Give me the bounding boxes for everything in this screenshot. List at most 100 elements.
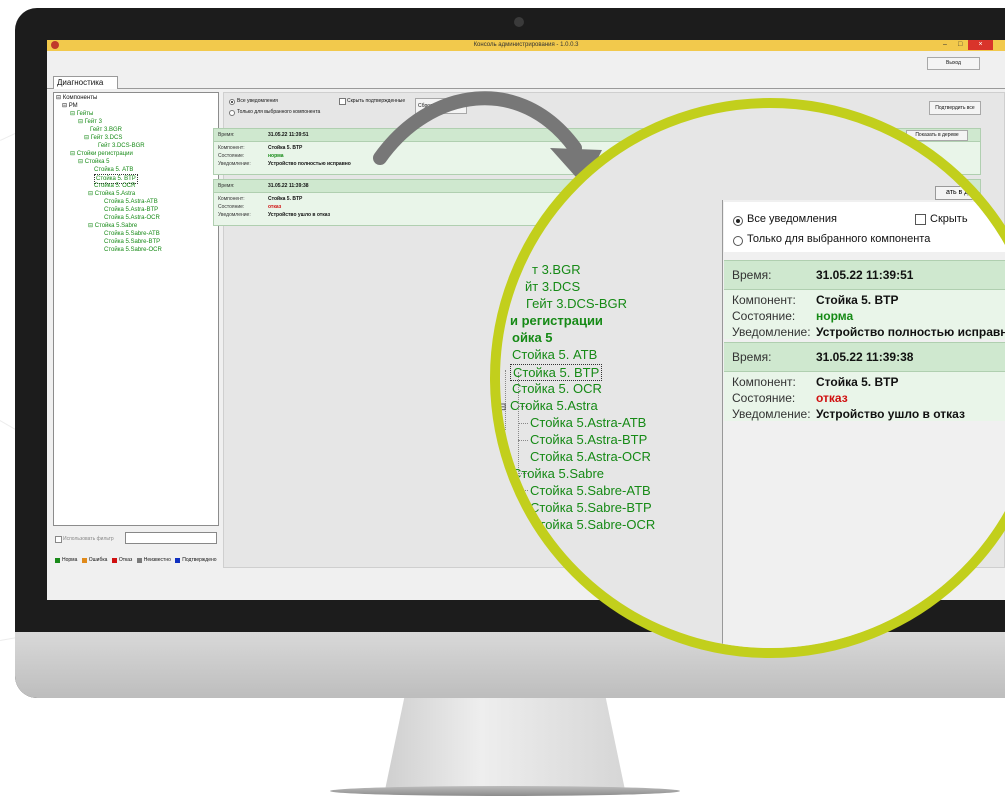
minimize-button[interactable]: – [943,41,947,48]
collapse-icon[interactable]: ⊟ [500,402,506,413]
zoom-tree-counter5[interactable]: ойка 5 [512,330,553,345]
collapse-icon[interactable]: ⊟ [84,135,89,141]
monitor-stand [385,698,625,790]
notice-key: Уведомление: [218,161,251,167]
time-value: 31.05.22 11:39:51 [268,132,309,138]
tab-diagnostics[interactable]: Диагностика [53,76,118,89]
zoom-tree-counter5-sabre[interactable]: Стойка 5.Sabre [512,466,604,481]
tree-node-sabre-ocr[interactable]: Стойка 5.Sabre-OCR [104,246,162,254]
zoom-tree-gate3-dcs-bgr[interactable]: Гейт 3.DCS-BGR [526,296,627,311]
zoom-tree-counter5-astra[interactable]: ⊟ Стойка 5.Astra [500,398,598,413]
legend-label-failure: Отказ [118,557,133,563]
magnifier-lens: т 3.BGR йт 3.DCS Гейт 3.DCS-BGR и регист… [490,98,1005,658]
filter-input[interactable] [125,532,217,544]
zoom-radio-all-notifications[interactable] [733,216,743,226]
close-button[interactable]: × [968,40,993,50]
tree-node-gate3-dcs[interactable]: ⊟ Гейт 3.DCS [84,134,122,142]
tree-node-astra-btp[interactable]: Стойка 5.Astra-BTP [104,206,158,214]
zoom-time-key: Время: [732,268,772,282]
state-key: Состояние: [218,153,245,159]
legend-label-error: Ошибка [88,557,108,563]
state-value: отказ [268,204,282,210]
use-filter-checkbox[interactable] [55,536,62,543]
tree-node-gate3-dcs-bgr[interactable]: Гейт 3.DCS-BGR [98,142,145,150]
hide-confirmed-checkbox[interactable] [339,98,346,105]
legend-swatch-failure [111,557,117,563]
legend-label-unknown: Неизвестно [143,557,171,563]
collapse-icon[interactable]: ⊟ [70,111,75,117]
zoom-time-value: 31.05.22 11:39:38 [816,350,914,364]
collapse-icon[interactable]: ⊟ [88,191,93,197]
tree-guide-line [518,507,528,508]
notice-value: Устройство полностью исправно [268,161,351,167]
zoom-tree-gate3-bgr[interactable]: т 3.BGR [532,262,581,277]
time-key: Время: [218,183,235,189]
zoom-time-value: 31.05.22 11:39:51 [816,268,914,282]
tree-node-pm[interactable]: ⊟ РМ [62,102,78,110]
time-key: Время: [218,132,235,138]
collapse-icon[interactable]: ⊟ [78,159,83,165]
zoom-tree-sabre-ocr[interactable]: Стойка 5.Sabre-OCR [530,517,655,532]
collapse-icon[interactable]: ⊟ [70,151,75,157]
zoom-tree-counter5-ocr[interactable]: Стойка 5. OCR [512,381,602,396]
collapse-icon[interactable]: ⊟ [56,95,61,101]
legend-swatch-error [81,557,87,563]
tree-node-astra-ocr[interactable]: Стойка 5.Astra-OCR [104,214,160,222]
zoom-tree-counter5-btp[interactable]: Стойка 5. BTP [510,364,603,381]
tree-node-gates[interactable]: ⊟ Гейты [70,110,93,118]
zoom-component-key: Компонент: [732,375,796,389]
collapse-icon[interactable]: ⊟ [88,223,93,229]
time-value: 31.05.22 11:39:38 [268,183,309,189]
collapse-icon[interactable]: ⊟ [62,103,67,109]
maximize-button[interactable]: □ [958,41,962,48]
tree-node-counter5-ocr[interactable]: Стойка 5. OCR [94,182,135,190]
zoom-component-value: Стойка 5. BTP [816,293,899,307]
zoom-tree-counter5-atb[interactable]: Стойка 5. ATB [512,347,597,362]
tree-node-sabre-btp[interactable]: Стойка 5.Sabre-BTP [104,238,160,246]
tree-node-counter5-sabre[interactable]: ⊟ Стойка 5.Sabre [88,222,137,230]
zoom-tree-astra-ocr[interactable]: Стойка 5.Astra-OCR [530,449,651,464]
zoom-all-notifications-label: Все уведомления [747,213,837,225]
tree-node-gate3-bgr[interactable]: Гейт 3.BGR [90,126,122,134]
tree-guide-line [518,423,528,424]
zoom-radio-selected-only[interactable] [733,236,743,246]
tree-guide-line [518,490,528,491]
zoom-notification-card[interactable]: Время: 31.05.22 11:39:51 Компонент: Стой… [724,260,1005,339]
tree-node-counter5-astra[interactable]: ⊟ Стойка 5.Astra [88,190,135,198]
component-key: Компонент: [218,145,245,151]
notice-value: Устройство ушло в отказ [268,212,331,218]
zoom-notice-key: Уведомление: [732,407,811,421]
component-value: Стойка 5. BTP [268,196,303,202]
radio-all-notifications[interactable] [229,99,235,105]
zoom-state-key: Состояние: [732,309,796,323]
tree-node-astra-atb[interactable]: Стойка 5.Astra-ATB [104,198,158,206]
zoom-state-value: отказ [816,391,848,405]
legend-label-norm: Норма [62,557,78,563]
zoom-notification-card[interactable]: Время: 31.05.22 11:39:38 Компонент: Стой… [724,342,1005,421]
zoom-tree-astra-atb[interactable]: Стойка 5.Astra-ATB [530,415,646,430]
radio-selected-only[interactable] [229,110,235,116]
zoom-tree-sabre-atb[interactable]: Стойка 5.Sabre-ATB [530,483,651,498]
zoom-hide-confirmed-checkbox[interactable] [915,214,926,225]
legend-swatch-norm [55,557,60,563]
tree-node-counters[interactable]: ⊟ Стойки регистрации [70,150,133,158]
exit-button[interactable]: Выход [927,57,980,70]
tree-node-sabre-atb[interactable]: Стойка 5.Sabre-ATB [104,230,160,238]
zoom-tree-sabre-btp[interactable]: Стойка 5.Sabre-BTP [530,500,652,515]
zoom-tree-gate3-dcs[interactable]: йт 3.DCS [525,279,580,294]
zoom-tree-astra-btp[interactable]: Стойка 5.Astra-BTP [530,432,647,447]
state-value: норма [268,153,284,159]
use-filter-label: Использовать фильтр [63,536,114,542]
zoom-tree-counters[interactable]: и регистрации [510,313,603,328]
zoom-hide-confirmed-label: Скрыть [930,213,968,225]
tree-node-counter5[interactable]: ⊟ Стойка 5 [78,158,110,166]
tree-node-counter5-atb[interactable]: Стойка 5. ATB [94,166,133,174]
monitor-base [330,786,680,796]
zoom-notice-key: Уведомление: [732,325,811,339]
zoom-show-in-tree-button[interactable]: ать в дереве [935,186,1005,200]
tree-node-gate3[interactable]: ⊟ Гейт 3 [78,118,102,126]
legend-swatch-confirmed [175,557,181,563]
collapse-icon[interactable]: ⊟ [78,119,83,125]
zoom-time-key: Время: [732,350,772,364]
tree-node-components[interactable]: ⊟ Компоненты [56,94,97,102]
